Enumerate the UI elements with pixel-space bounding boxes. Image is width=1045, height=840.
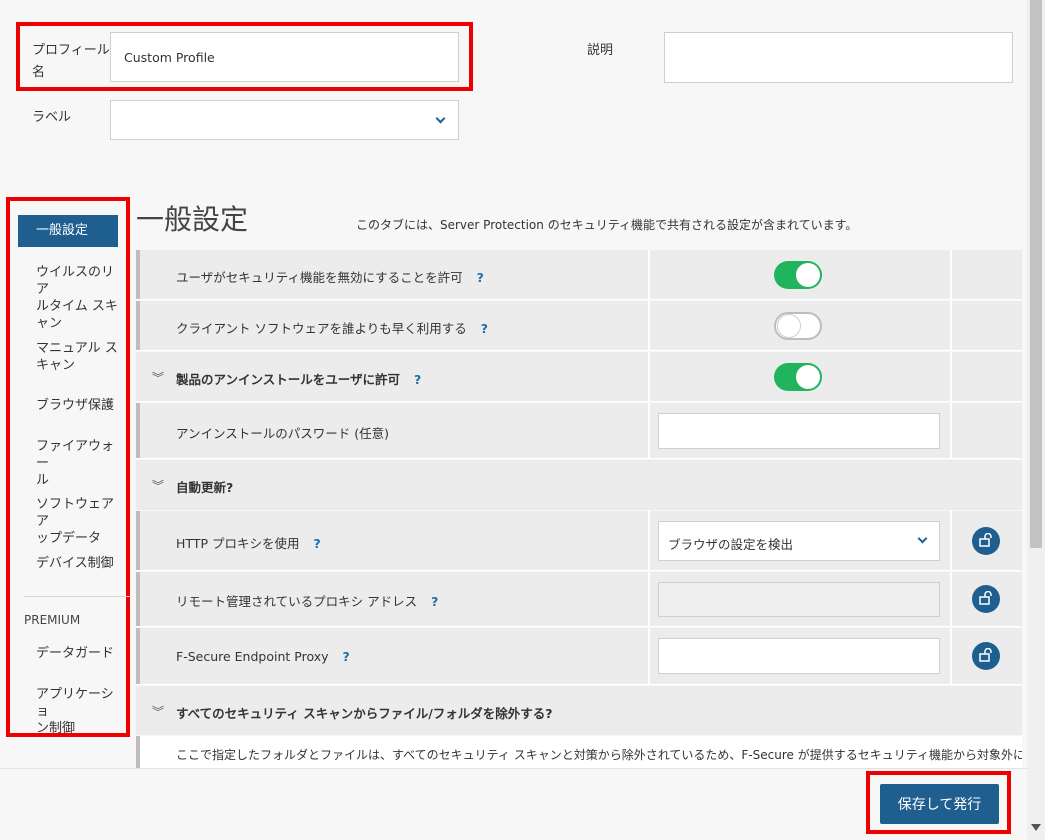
collapse-chevron-icon[interactable]: ︾ (152, 477, 164, 494)
help-icon[interactable]: ? (477, 270, 484, 285)
chevron-down-icon (435, 113, 446, 124)
sidebar-item-firewall[interactable]: ファイアウォー ル (18, 438, 118, 489)
premium-heading: PREMIUM (24, 613, 81, 627)
help-icon[interactable]: ? (226, 480, 233, 495)
setting-label: アンインストールのパスワード (任意) (176, 426, 389, 441)
sidebar-item-general[interactable]: 一般設定 (18, 215, 118, 247)
setting-row-uninstall-password: アンインストールのパスワード (任意) (136, 403, 1022, 459)
endpoint-proxy-input[interactable] (658, 638, 940, 674)
scrollbar-thumb[interactable] (1030, 0, 1042, 548)
setting-row-allow-uninstall: ︾ 製品のアンインストールをユーザに許可? (136, 352, 1022, 402)
help-icon[interactable]: ? (343, 649, 350, 664)
sidebar-item-software-updater[interactable]: ソフトウェア ア ップデータ (18, 496, 118, 547)
description-input[interactable] (664, 32, 1013, 83)
help-icon[interactable]: ? (313, 536, 320, 551)
setting-label: ユーザがセキュリティ機能を無効にすることを許可 (176, 270, 463, 285)
sidebar-item-device-control[interactable]: デバイス制御 (18, 555, 118, 572)
http-proxy-select[interactable]: ブラウザの設定を検出 (658, 521, 940, 561)
lock-icon[interactable] (972, 527, 1000, 555)
section-label: 自動更新 (176, 480, 227, 495)
remote-proxy-input (658, 582, 940, 617)
sidebar-item-realtime-scan[interactable]: ウイルスのリア ルタイム スキ ャン (18, 264, 118, 332)
scroll-down-arrow-icon[interactable] (1031, 824, 1041, 831)
setting-label: クライアント ソフトウェアを誰よりも早く利用する (176, 321, 467, 336)
section-auto-update: ︾ 自動更新? (136, 460, 1022, 510)
lock-icon[interactable] (972, 585, 1000, 613)
http-proxy-value: ブラウザの設定を検出 (668, 537, 794, 552)
allow-disable-toggle[interactable] (774, 261, 822, 289)
section-exclusions: ︾ すべてのセキュリティ スキャンからファイル/フォルダを除外する? (136, 686, 1022, 735)
chevron-down-icon (917, 533, 928, 544)
sidebar-item-dataguard[interactable]: データガード (18, 645, 118, 662)
uninstall-password-input[interactable] (658, 413, 940, 449)
setting-label: リモート管理されているプロキシ アドレス (176, 594, 418, 609)
setting-label: F-Secure Endpoint Proxy (176, 649, 329, 664)
setting-row-remote-proxy: リモート管理されているプロキシ アドレス? (136, 572, 1022, 627)
help-icon[interactable]: ? (431, 594, 438, 609)
page-title: 一般設定 (136, 203, 249, 236)
allow-uninstall-toggle[interactable] (774, 363, 822, 391)
help-icon[interactable]: ? (481, 321, 488, 336)
collapse-chevron-icon[interactable]: ︾ (152, 369, 164, 386)
label-select[interactable] (110, 100, 459, 140)
sidebar-item-browser-protection[interactable]: ブラウザ保護 (18, 397, 118, 414)
exclusion-note: ここで指定したフォルダとファイルは、すべてのセキュリティ スキャンと対策から除外… (176, 748, 1022, 762)
setting-row-http-proxy: HTTP プロキシを使用? ブラウザの設定を検出 (136, 511, 1022, 571)
setting-row-endpoint-proxy: F-Secure Endpoint Proxy? (136, 628, 1022, 685)
setting-label: 製品のアンインストールをユーザに許可 (176, 372, 401, 387)
lock-icon[interactable] (972, 642, 1000, 670)
help-icon[interactable]: ? (414, 372, 421, 387)
sidebar-item-application-control[interactable]: アプリケーショ ン制御 (18, 686, 118, 737)
sidebar-item-manual-scan[interactable]: マニュアル ス キャン (18, 340, 118, 374)
profile-name-highlight (16, 22, 473, 91)
setting-label: HTTP プロキシを使用 (176, 536, 300, 551)
description-label: 説明 (587, 43, 614, 58)
page-subtitle: このタブには、Server Protection のセキュリティ機能で共有される… (356, 218, 858, 232)
save-button-highlight (866, 771, 1011, 834)
help-icon[interactable]: ? (545, 706, 552, 721)
exclusion-note-area: ここで指定したフォルダとファイルは、すべてのセキュリティ スキャンと対策から除外… (136, 736, 1022, 768)
sidebar-divider (24, 596, 130, 597)
section-label: すべてのセキュリティ スキャンからファイル/フォルダを除外する (176, 706, 546, 721)
setting-row-early-access: クライアント ソフトウェアを誰よりも早く利用する? (136, 301, 1022, 351)
early-access-toggle[interactable] (774, 312, 822, 340)
label-label: ラベル (32, 110, 72, 125)
collapse-chevron-icon[interactable]: ︾ (152, 703, 164, 720)
setting-row-allow-disable: ユーザがセキュリティ機能を無効にすることを許可? (136, 250, 1022, 300)
